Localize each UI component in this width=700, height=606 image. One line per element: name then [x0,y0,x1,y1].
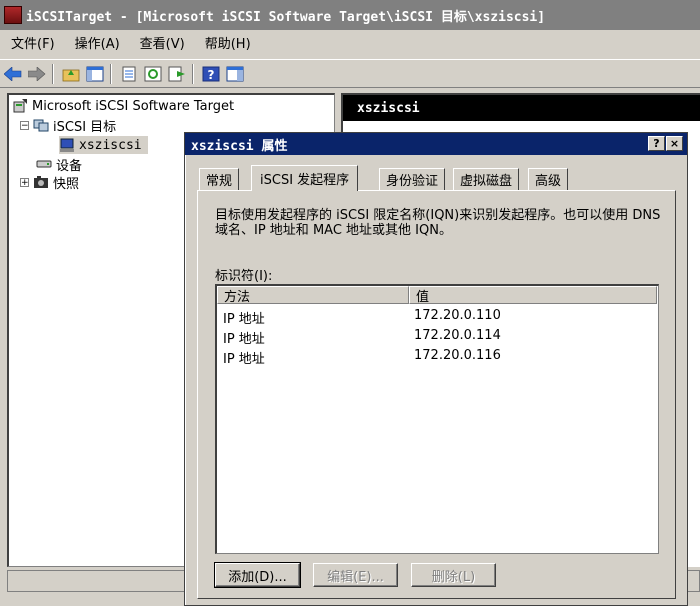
description-text: 目标使用发起程序的 iSCSI 限定名称(IQN)来识别发起程序。也可以使用 D… [215,208,661,238]
cell-value: 172.20.0.110 [414,308,501,323]
toolbar-separator [110,63,112,84]
action-pane-icon[interactable] [224,63,246,85]
tree-item-iscsi-targets[interactable]: − iSCSI 目标 [20,116,117,135]
window-title: iSCSITarget - [Microsoft iSCSI Software … [26,9,546,25]
result-pane-header: xsziscsi [343,95,700,121]
table-row[interactable]: IP 地址 172.20.0.110 [217,306,657,327]
up-folder-icon[interactable] [60,63,82,85]
column-header-value[interactable]: 值 [409,286,657,305]
add-button[interactable]: 添加(D)... [214,562,301,588]
svg-text:?: ? [208,68,215,82]
properties-dialog: xsziscsi 属性 ? × 常规 iSCSI 发起程序 身份验证 虚拟磁盘 … [184,132,688,606]
menu-help[interactable]: 帮助(H) [194,31,260,58]
tree-item-label: 设备 [56,158,83,174]
tree-item-label: xsziscsi [79,137,142,153]
table-row[interactable]: IP 地址 172.20.0.114 [217,326,657,347]
cell-value: 172.20.0.114 [414,328,501,343]
tree-item-snapshots[interactable]: + 快照 [20,173,80,192]
show-hide-tree-icon[interactable] [84,63,106,85]
column-header-method[interactable]: 方法 [217,286,409,305]
tab-general[interactable]: 常规 [199,168,240,190]
menu-file[interactable]: 文件(F) [0,31,64,58]
tab-authentication[interactable]: 身份验证 [379,168,446,190]
window-title-bar[interactable]: iSCSITarget - [Microsoft iSCSI Software … [0,0,700,30]
cell-method: IP 地址 [223,332,265,347]
properties-icon[interactable] [118,63,140,85]
menu-bar: 文件(F) 操作(A) 查看(V) 帮助(H) [0,31,700,58]
cell-method: IP 地址 [223,312,265,327]
close-button[interactable]: × [666,136,683,151]
cell-value: 172.20.0.116 [414,348,501,363]
tree-item-label: iSCSI 目标 [53,119,117,135]
targets-icon [33,117,49,133]
refresh-icon[interactable] [142,63,164,85]
tab-virtual-disks[interactable]: 虚拟磁盘 [453,168,520,190]
disk-icon [36,156,52,172]
server-icon [12,98,28,114]
identifier-list[interactable]: 方法 值 IP 地址 172.20.0.110 IP 地址 172.20.0.1… [215,284,659,554]
table-row[interactable]: IP 地址 172.20.0.116 [217,346,657,367]
tree-item-root[interactable]: Microsoft iSCSI Software Target [12,97,234,115]
toolbar-separator [192,63,194,84]
tab-iscsi-initiators[interactable]: iSCSI 发起程序 [251,165,359,191]
collapse-toggle[interactable]: − [20,120,29,130]
forward-arrow-icon[interactable] [26,63,48,85]
dialog-title: xsziscsi 属性 [191,138,288,154]
remove-button[interactable]: 删除(L) [411,563,496,587]
camera-icon [33,174,49,190]
cell-method: IP 地址 [223,352,265,367]
tree-item-label: Microsoft iSCSI Software Target [32,98,235,114]
edit-button[interactable]: 编辑(E)... [313,563,398,587]
tab-advanced[interactable]: 高级 [528,168,569,190]
help-icon[interactable]: ? [200,63,222,85]
expand-toggle[interactable]: + [20,177,29,187]
target-icon [59,137,75,153]
toolbar: ? [0,59,700,88]
identifier-label: 标识符(I): [215,269,273,284]
tree-item-xsziscsi[interactable]: xsziscsi [59,136,148,154]
tree-item-label: 快照 [53,176,80,192]
export-list-icon[interactable] [166,63,188,85]
help-button[interactable]: ? [648,136,665,151]
app-icon [4,6,22,24]
menu-action[interactable]: 操作(A) [64,31,129,58]
menu-view[interactable]: 查看(V) [129,31,194,58]
toolbar-separator [52,63,54,84]
dialog-title-bar[interactable]: xsziscsi 属性 ? × [185,133,687,155]
back-arrow-icon[interactable] [2,63,24,85]
tree-item-devices[interactable]: 设备 [36,155,83,174]
